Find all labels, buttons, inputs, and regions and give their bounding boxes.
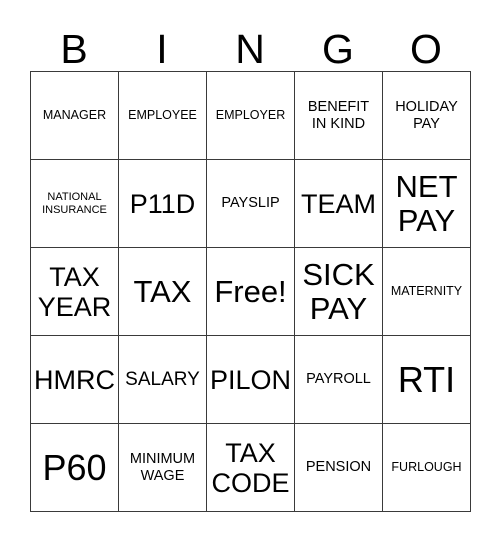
- bingo-cell[interactable]: P60: [31, 424, 119, 512]
- bingo-cell[interactable]: EMPLOYER: [207, 72, 295, 160]
- bingo-cell-label: PILON: [209, 364, 292, 395]
- bingo-cell[interactable]: EMPLOYEE: [119, 72, 207, 160]
- bingo-grid: MANAGER EMPLOYEE EMPLOYER BENEFIT IN KIND HO…: [30, 71, 471, 512]
- bingo-header-letter-b: B: [60, 26, 88, 72]
- bingo-header-row: BINGO: [30, 12, 470, 71]
- bingo-cell[interactable]: TAX CODE: [207, 424, 295, 512]
- bingo-cell-free[interactable]: Free!: [207, 248, 295, 336]
- bingo-cell[interactable]: FURLOUGH: [383, 424, 471, 512]
- bingo-cell-label: MINIMUM WAGE: [129, 450, 196, 484]
- bingo-cell[interactable]: P11D: [119, 160, 207, 248]
- bingo-cell[interactable]: TAX: [119, 248, 207, 336]
- bingo-cell[interactable]: TAX YEAR: [31, 248, 119, 336]
- bingo-header-letter-o: O: [410, 26, 442, 72]
- bingo-cell[interactable]: RTI: [383, 336, 471, 424]
- bingo-cell-label: MATERNITY: [390, 284, 463, 298]
- bingo-row: HMRC SALARY PILON PAYROLL RTI: [31, 336, 471, 424]
- bingo-row: P60 MINIMUM WAGE TAX CODE PENSION FURLOUGH: [31, 424, 471, 512]
- bingo-cell-label: BENEFIT IN KIND: [307, 98, 370, 132]
- bingo-cell-label: EMPLOYEE: [128, 108, 197, 122]
- bingo-cell-label: PAYROLL: [306, 371, 371, 387]
- bingo-cell-label: HOLIDAY PAY: [395, 98, 458, 132]
- bingo-cell[interactable]: PAYSLIP: [207, 160, 295, 248]
- bingo-cell-label: FURLOUGH: [391, 460, 462, 474]
- bingo-cell-label: NET PAY: [395, 168, 458, 238]
- bingo-row: NATIONAL INSURANCE P11D PAYSLIP TEAM NET PAY: [31, 160, 471, 248]
- bingo-cell[interactable]: HOLIDAY PAY: [383, 72, 471, 160]
- bingo-cell-label: TAX YEAR: [37, 261, 112, 322]
- bingo-cell[interactable]: TEAM: [295, 160, 383, 248]
- bingo-cell-label: EMPLOYER: [215, 108, 286, 122]
- bingo-header-letter-g: G: [322, 26, 354, 72]
- bingo-cell-label: SALARY: [125, 368, 200, 390]
- bingo-cell[interactable]: PILON: [207, 336, 295, 424]
- bingo-cell[interactable]: MINIMUM WAGE: [119, 424, 207, 512]
- bingo-cell[interactable]: NET PAY: [383, 160, 471, 248]
- bingo-cell-label: P11D: [129, 188, 196, 219]
- bingo-cell[interactable]: PENSION: [295, 424, 383, 512]
- bingo-cell-label: RTI: [397, 359, 456, 400]
- bingo-cell-label: Free!: [214, 273, 287, 309]
- bingo-cell[interactable]: MATERNITY: [383, 248, 471, 336]
- bingo-cell-label: PENSION: [305, 459, 372, 475]
- bingo-cell[interactable]: HMRC: [31, 336, 119, 424]
- bingo-cell-label: TAX: [133, 273, 192, 309]
- bingo-cell[interactable]: SALARY: [119, 336, 207, 424]
- bingo-cell-label: PAYSLIP: [221, 195, 280, 211]
- bingo-card: B I N G O MANAGER EMPLOYEE EMPLOYER BENEFIT IN …: [30, 12, 471, 512]
- bingo-cell[interactable]: BENEFIT IN KIND: [295, 72, 383, 160]
- bingo-cell-label: TEAM: [300, 188, 376, 219]
- bingo-cell[interactable]: SICK PAY: [295, 248, 383, 336]
- bingo-cell[interactable]: PAYROLL: [295, 336, 383, 424]
- bingo-header-letter-n: N: [235, 26, 265, 72]
- bingo-cell[interactable]: MANAGER: [31, 72, 119, 160]
- bingo-cell-label: TAX CODE: [211, 437, 290, 498]
- bingo-cell-label: P60: [42, 447, 107, 488]
- bingo-cell-label: SICK PAY: [302, 256, 375, 326]
- bingo-row: MANAGER EMPLOYEE EMPLOYER BENEFIT IN KIND HO…: [31, 72, 471, 160]
- bingo-cell[interactable]: NATIONAL INSURANCE: [31, 160, 119, 248]
- bingo-row: TAX YEAR TAX Free! SICK PAY MATERNITY: [31, 248, 471, 336]
- bingo-cell-label: HMRC: [34, 364, 115, 395]
- bingo-header-letter-i: I: [156, 26, 168, 72]
- bingo-cell-label: NATIONAL INSURANCE: [42, 190, 107, 216]
- bingo-cell-label: MANAGER: [42, 108, 107, 122]
